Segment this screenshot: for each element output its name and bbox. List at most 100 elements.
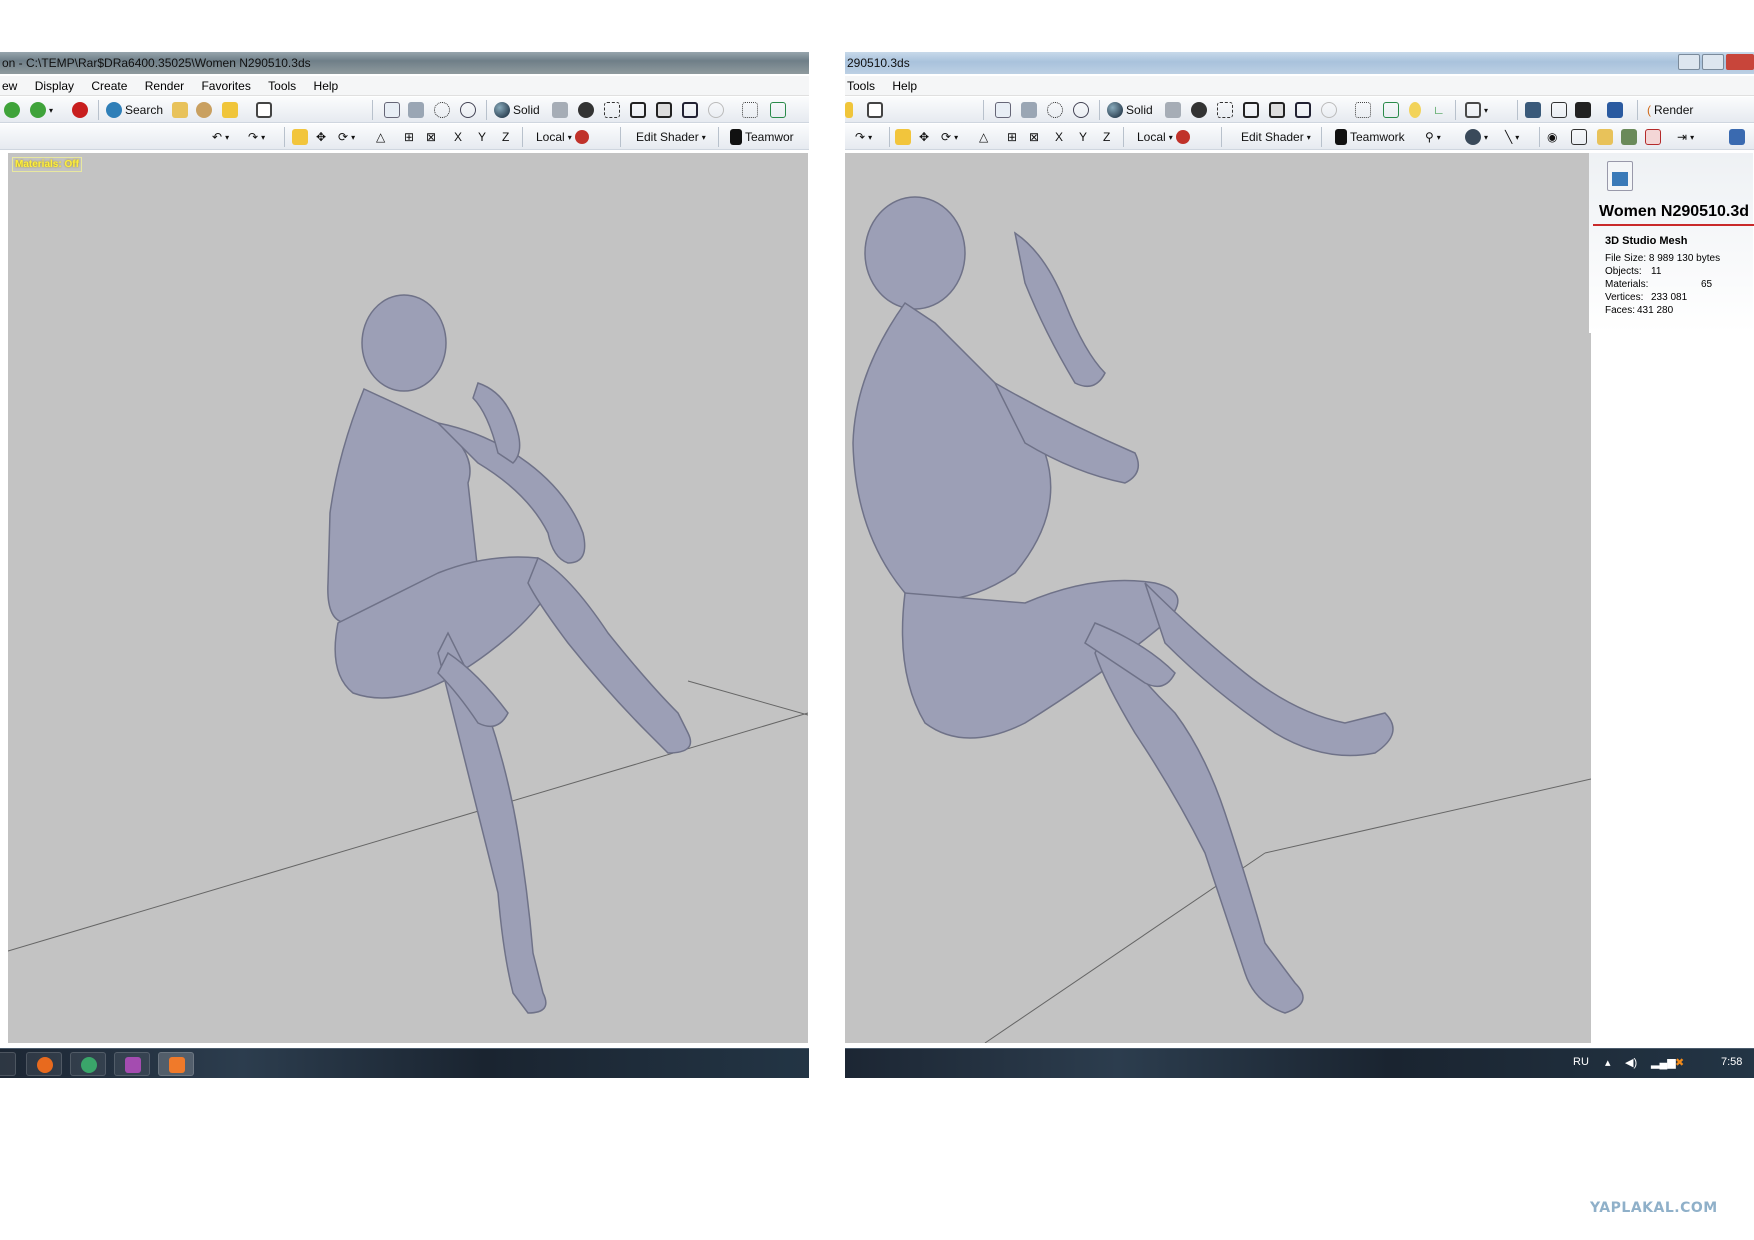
menu-create[interactable]: Create <box>89 76 127 96</box>
view-wire-button[interactable] <box>1073 100 1089 120</box>
maximize-button[interactable] <box>1702 54 1724 70</box>
render-button[interactable]: (Render <box>1647 100 1693 120</box>
materials-button[interactable] <box>1525 100 1541 120</box>
coordinate-dropdown[interactable]: Local ▾ <box>1137 127 1190 147</box>
taskbar-archive[interactable] <box>114 1052 150 1076</box>
back-button[interactable] <box>4 100 20 120</box>
start-button[interactable] <box>0 1052 16 1076</box>
pan-tool-button[interactable]: ⊞ <box>404 127 414 147</box>
menu-display[interactable]: Display <box>33 76 74 96</box>
box-1-button[interactable] <box>630 100 646 120</box>
box-3-button[interactable] <box>682 100 698 120</box>
menu-help[interactable]: Help <box>312 76 339 96</box>
axis-x[interactable]: X <box>1055 127 1063 147</box>
lock-button[interactable] <box>1729 127 1745 147</box>
close-button[interactable] <box>1726 54 1754 70</box>
zoom-tool-button[interactable]: ⊠ <box>426 127 436 147</box>
view-points-button[interactable] <box>1047 100 1063 120</box>
lights-button[interactable] <box>1355 100 1371 120</box>
teamwork-button[interactable]: Teamwork <box>1335 127 1405 147</box>
box-2-button[interactable] <box>1269 100 1285 120</box>
taskbar-viewer[interactable] <box>158 1052 194 1076</box>
save-button[interactable] <box>1621 127 1637 147</box>
eye-button[interactable]: ◉ <box>1547 127 1557 147</box>
menu-tools[interactable]: Tools <box>845 76 875 96</box>
view-top-button[interactable] <box>408 100 424 120</box>
signal-icon[interactable]: ▂▄▆ <box>1651 1056 1676 1069</box>
select-tool-button[interactable] <box>292 127 308 147</box>
favorites-button[interactable] <box>222 100 238 120</box>
zoom-tool-button[interactable]: ⊠ <box>1029 127 1039 147</box>
tray-expand-icon[interactable]: ▴ <box>1605 1056 1611 1069</box>
open-button[interactable] <box>1597 127 1613 147</box>
shade-box-button[interactable] <box>1165 100 1181 120</box>
antivirus-icon[interactable]: ✖ <box>1675 1056 1684 1069</box>
scale-tool-button[interactable]: △ <box>979 127 988 147</box>
shade-box-button[interactable] <box>552 100 568 120</box>
box-1-button[interactable] <box>1243 100 1259 120</box>
redo-button[interactable]: ↷ ▾ <box>248 127 265 147</box>
edit-shader-button[interactable]: Edit Shader ▾ <box>1241 127 1311 147</box>
forward-button[interactable]: ▾ <box>30 100 53 120</box>
pan-tool-button[interactable]: ⊞ <box>1007 127 1017 147</box>
window-layout-button[interactable] <box>867 100 883 120</box>
bucket-button[interactable] <box>1607 100 1623 120</box>
favorites-button[interactable] <box>845 100 853 120</box>
texture-button[interactable] <box>1575 100 1591 120</box>
undo-button[interactable]: ↶ ▾ <box>212 127 229 147</box>
menu-render[interactable]: Render <box>143 76 184 96</box>
minimize-button[interactable] <box>1678 54 1700 70</box>
snow-button[interactable] <box>1321 100 1337 120</box>
coordinate-dropdown[interactable]: Local ▾ <box>536 127 589 147</box>
axis-x[interactable]: X <box>454 127 462 147</box>
search-button[interactable]: Search <box>106 100 163 120</box>
window-layout-button[interactable] <box>256 100 272 120</box>
taskbar-chat[interactable] <box>70 1052 106 1076</box>
browse-button[interactable] <box>196 100 212 120</box>
menu-favorites[interactable]: Favorites <box>199 76 250 96</box>
mesh-button[interactable] <box>1217 100 1233 120</box>
sphere-button[interactable] <box>1191 100 1207 120</box>
box-2-button[interactable] <box>656 100 672 120</box>
line-button[interactable]: ╲ ▾ <box>1505 127 1519 147</box>
axes-button[interactable]: ∟ <box>1433 100 1445 120</box>
move-tool-button[interactable]: ✥ <box>919 127 929 147</box>
export-button[interactable]: ⇥ ▾ <box>1677 127 1694 147</box>
grid-button[interactable] <box>1383 100 1399 120</box>
pin-button[interactable]: ⚲ ▾ <box>1425 127 1441 147</box>
menu-tools[interactable]: Tools <box>266 76 296 96</box>
clock[interactable]: 7:58 <box>1721 1056 1742 1068</box>
sphere-button[interactable] <box>578 100 594 120</box>
snow-button[interactable] <box>708 100 724 120</box>
mesh-button[interactable] <box>604 100 620 120</box>
rotate-tool-button[interactable]: ⟳ ▾ <box>941 127 958 147</box>
menu-view[interactable]: ew <box>0 76 17 96</box>
view-front-button[interactable] <box>384 100 400 120</box>
axis-y[interactable]: Y <box>1079 127 1087 147</box>
solid-button[interactable]: Solid <box>1107 100 1153 120</box>
stop-button[interactable] <box>72 100 88 120</box>
menu-help[interactable]: Help <box>890 76 917 96</box>
folder-button[interactable] <box>172 100 188 120</box>
select-tool-button[interactable] <box>895 127 911 147</box>
teamwork-button[interactable]: Teamwor <box>730 127 794 147</box>
view-front-button[interactable] <box>995 100 1011 120</box>
bulb-button[interactable] <box>1409 100 1421 120</box>
edit-shader-button[interactable]: Edit Shader ▾ <box>636 127 706 147</box>
3d-viewport[interactable]: Materials: Off <box>8 153 808 1043</box>
box-3-button[interactable] <box>1295 100 1311 120</box>
axis-z[interactable]: Z <box>1103 127 1110 147</box>
delete-button[interactable] <box>1645 127 1661 147</box>
axis-z[interactable]: Z <box>502 127 509 147</box>
globe-button[interactable]: ▾ <box>1465 127 1488 147</box>
redo-button[interactable]: ↷ ▾ <box>855 127 872 147</box>
move-tool-button[interactable]: ✥ <box>316 127 326 147</box>
language-indicator[interactable]: RU <box>1573 1056 1589 1068</box>
rotate-tool-button[interactable]: ⟳ ▾ <box>338 127 355 147</box>
grid-button[interactable] <box>770 100 786 120</box>
3d-viewport[interactable] <box>845 153 1591 1043</box>
lights-button[interactable] <box>742 100 758 120</box>
scale-tool-button[interactable]: △ <box>376 127 385 147</box>
grid-snap-button[interactable]: ▾ <box>1465 100 1488 120</box>
view-top-button[interactable] <box>1021 100 1037 120</box>
